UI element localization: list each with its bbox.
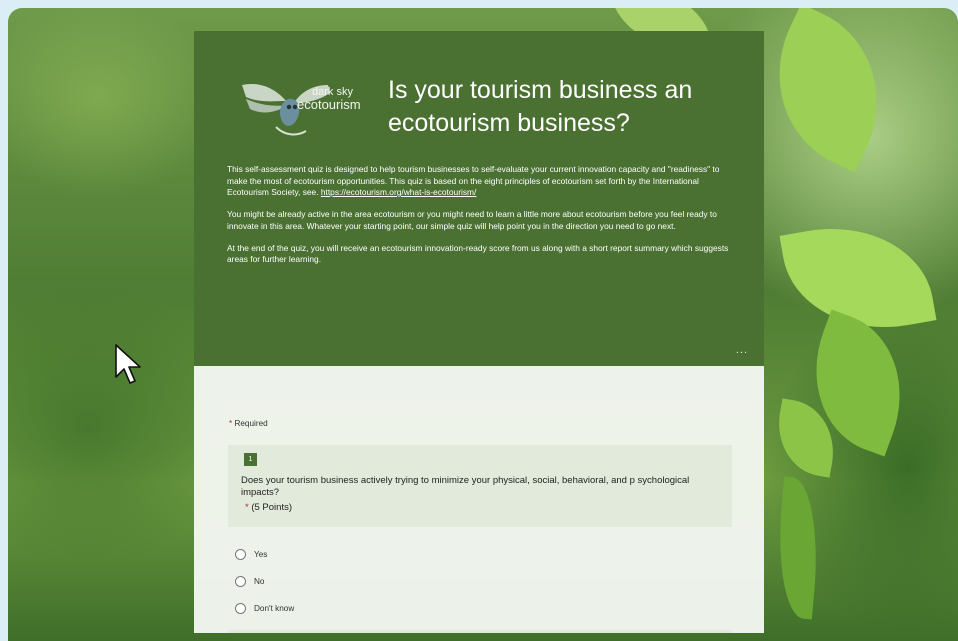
option-dont-know[interactable]: Don't know	[235, 603, 294, 614]
radio-icon[interactable]	[235, 549, 246, 560]
question-card: 2	[228, 630, 732, 633]
quiz-form: dark sky ecotourism Is your tourism busi…	[194, 31, 764, 633]
question-number: 1	[244, 453, 257, 466]
leaf-decoration	[771, 476, 825, 620]
form-body: * Required 1 Does your tourism business …	[194, 366, 764, 633]
form-header: dark sky ecotourism Is your tourism busi…	[194, 31, 764, 366]
ecotourism-link[interactable]: https://ecotourism.org/what-is-ecotouris…	[321, 187, 476, 197]
logo-text: ecotourism	[297, 97, 361, 112]
question-points: * (5 Points)	[245, 502, 292, 513]
form-description: This self-assessment quiz is designed to…	[227, 164, 737, 276]
leaf-decoration	[746, 8, 910, 173]
option-no[interactable]: No	[235, 576, 264, 587]
mouse-cursor-icon	[115, 344, 141, 384]
required-note: * Required	[229, 419, 268, 428]
question-text: Does your tourism business actively tryi…	[241, 475, 690, 498]
option-yes[interactable]: Yes	[235, 549, 267, 560]
more-options-button[interactable]: ...	[736, 344, 748, 356]
description-paragraph: This self-assessment quiz is designed to…	[227, 164, 720, 197]
radio-icon[interactable]	[235, 603, 246, 614]
description-paragraph: You might be already active in the area …	[227, 209, 717, 231]
form-title: Is your tourism business an ecotourism b…	[388, 76, 693, 137]
description-paragraph: At the end of the quiz, you will receive…	[227, 242, 729, 265]
question-card: 1 Does your tourism business actively tr…	[228, 445, 732, 527]
radio-icon[interactable]	[235, 576, 246, 587]
